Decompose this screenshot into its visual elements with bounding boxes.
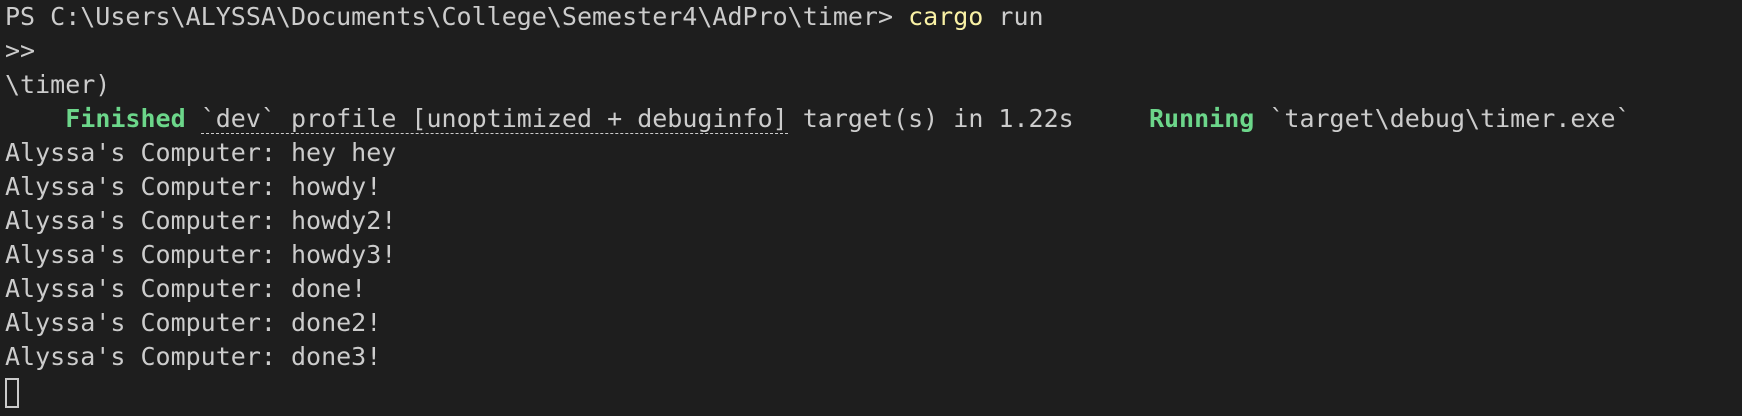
build-status-line: Finished `dev` profile [unoptimized + de… [5,102,1735,136]
continuation-line: >> [5,36,36,65]
build-profile: `dev` profile [unoptimized + debuginfo] [200,104,788,134]
prompt-line: PS C:\Users\ALYSSA\Documents\College\Sem… [5,0,1735,34]
cursor-line [5,374,1735,408]
command-args: run [983,2,1044,31]
partial-line: \timer) [5,70,111,99]
finished-label: Finished [65,104,186,133]
prompt-path: PS C:\Users\ALYSSA\Documents\College\Sem… [5,2,909,31]
output-line: Alyssa's Computer: done2! [5,308,382,337]
command-name: cargo [908,2,984,31]
terminal-window[interactable]: PS C:\Users\ALYSSA\Documents\College\Sem… [5,0,1735,416]
output-line: Alyssa's Computer: done3! [5,342,382,371]
output-line: Alyssa's Computer: done! [5,274,367,303]
output-line: Alyssa's Computer: howdy2! [5,206,397,235]
output-line: Alyssa's Computer: howdy! [5,172,382,201]
text-cursor[interactable] [5,378,19,408]
build-details: target(s) in 1.22s [787,104,1149,133]
output-line: Alyssa's Computer: hey hey [5,138,397,167]
running-target: `target\debug\timer.exe` [1254,104,1631,133]
running-label: Running [1148,104,1255,133]
output-line: Alyssa's Computer: howdy3! [5,240,397,269]
